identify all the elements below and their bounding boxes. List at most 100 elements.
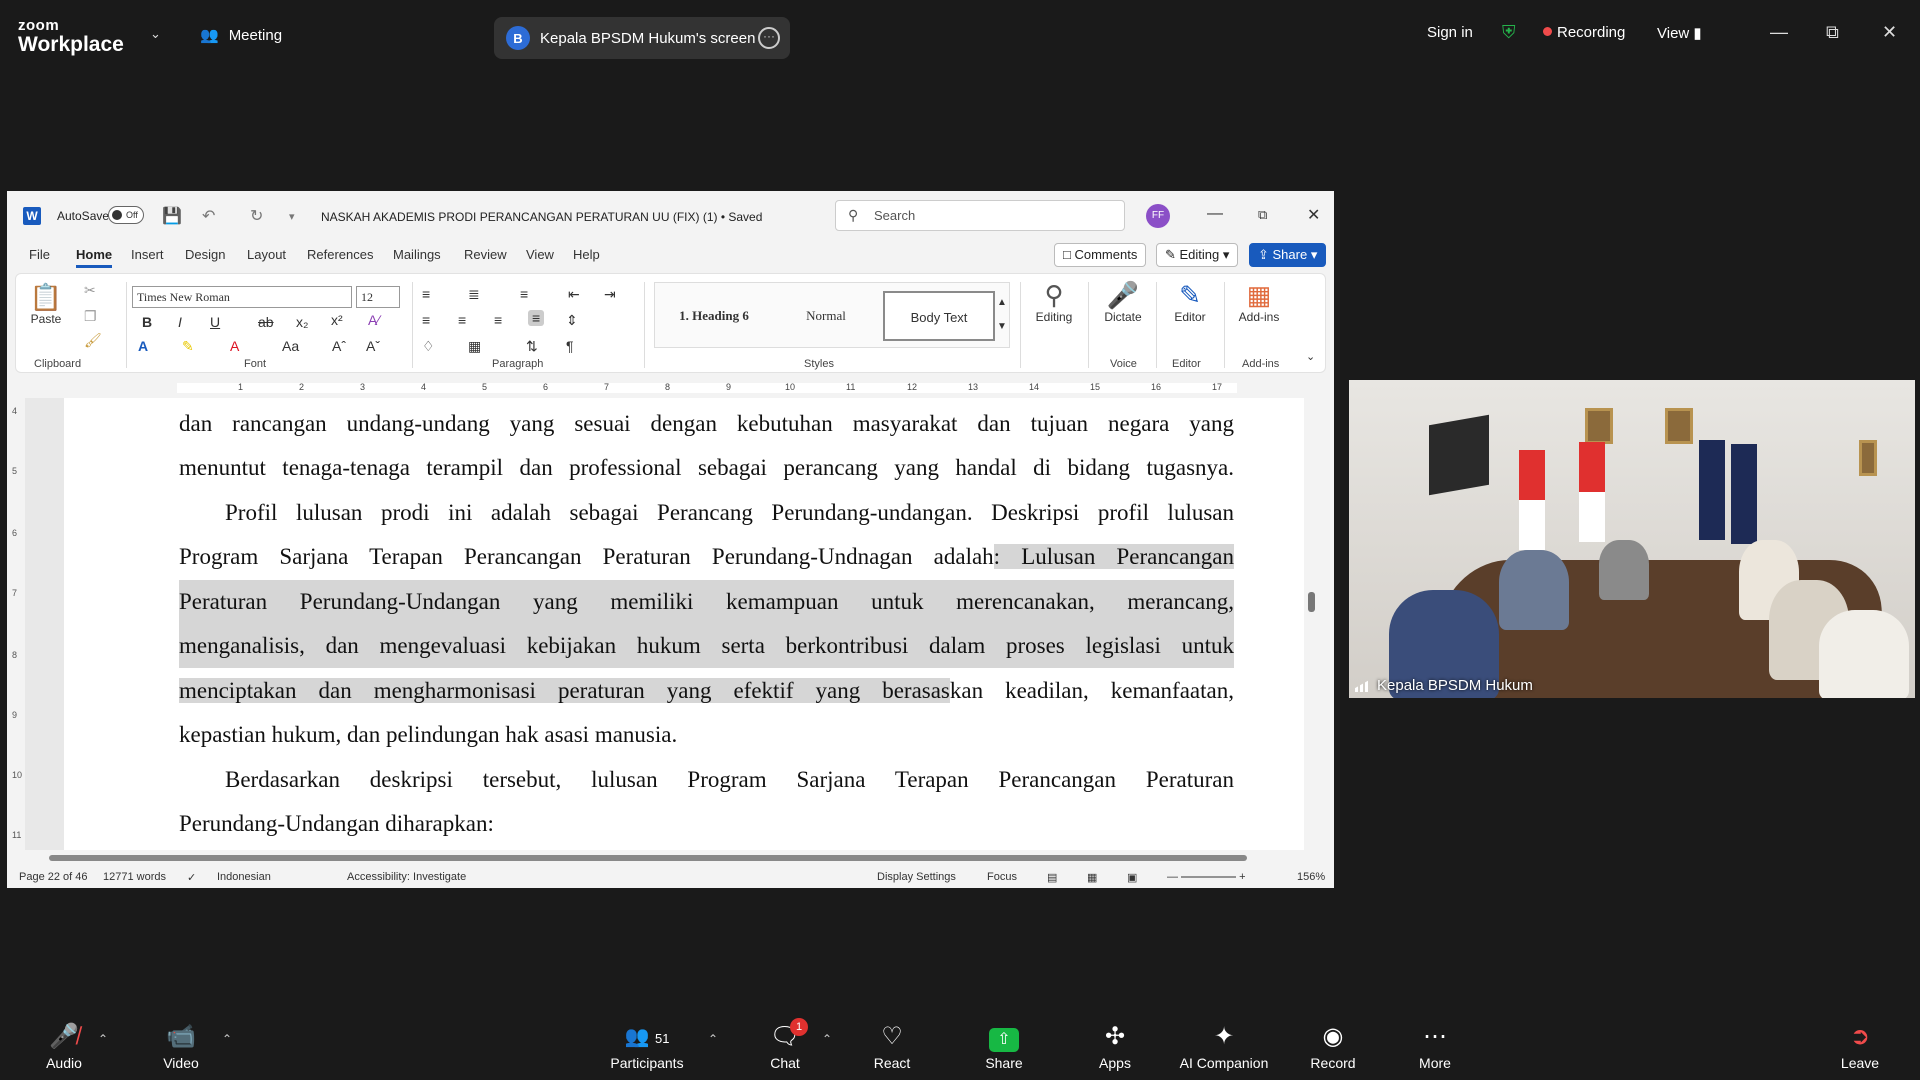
avatar[interactable]: FF <box>1146 204 1170 228</box>
bullets-icon[interactable]: ≡ <box>422 286 430 302</box>
redo-icon[interactable]: ↻ <box>250 206 263 226</box>
word-minimize-icon[interactable]: — <box>1207 205 1223 223</box>
restore-icon[interactable]: ⧉ <box>1826 22 1839 43</box>
grow-font-icon[interactable]: Aˆ <box>332 338 346 354</box>
word-count[interactable]: 12771 words <box>103 871 166 883</box>
text-effects-icon[interactable]: A <box>138 338 148 354</box>
format-painter-icon[interactable]: 🖌 <box>84 332 102 349</box>
more-button[interactable]: ⋯ More <box>1390 1020 1480 1071</box>
horizontal-scrollbar[interactable] <box>7 850 1319 866</box>
comments-button[interactable]: □ Comments <box>1054 243 1147 267</box>
focus-button[interactable]: Focus <box>987 871 1017 883</box>
zoom-level[interactable]: 156% <box>1297 871 1325 883</box>
autosave-toggle[interactable]: Off <box>108 206 144 224</box>
numbering-icon[interactable]: ≣ <box>468 286 480 303</box>
meeting-button[interactable]: 👥 Meeting <box>200 26 282 45</box>
italic-icon[interactable]: I <box>178 314 182 330</box>
leave-button[interactable]: ➲ Leave <box>1815 1020 1905 1071</box>
screen-share-indicator[interactable]: B Kepala BPSDM Hukum's screen ··· <box>494 17 790 59</box>
tab-layout[interactable]: Layout <box>247 247 286 262</box>
highlight-icon[interactable]: ✎ <box>182 338 194 355</box>
chevron-down-icon[interactable]: ⌄ <box>150 26 161 42</box>
page-count[interactable]: Page 22 of 46 <box>19 871 88 883</box>
recording-indicator[interactable]: Recording <box>1543 24 1625 41</box>
react-button[interactable]: ♡ React <box>847 1020 937 1071</box>
video-button[interactable]: 📹 Video <box>136 1020 226 1071</box>
style-normal[interactable]: Normal <box>771 291 881 341</box>
zoom-slider[interactable]: — ⎯⎯⎯⎯⎯⎯⎯⎯⎯⎯ + <box>1167 871 1246 884</box>
document-page[interactable]: dan rancangan undang-undang yang sesuai … <box>64 398 1308 850</box>
shield-icon[interactable]: ⛨ <box>1502 22 1516 43</box>
save-icon[interactable]: 💾 <box>162 206 182 226</box>
tab-help[interactable]: Help <box>573 247 600 262</box>
styles-more-icon[interactable]: ▼ <box>997 321 1007 332</box>
tab-insert[interactable]: Insert <box>131 247 164 262</box>
audio-options-chevron-icon[interactable]: ⌃ <box>98 1032 108 1046</box>
shrink-font-icon[interactable]: Aˇ <box>366 338 380 354</box>
clear-formatting-icon[interactable]: A∕ <box>368 312 380 328</box>
underline-icon[interactable]: U <box>210 314 220 330</box>
language-label[interactable]: Indonesian <box>217 871 271 883</box>
shading-icon[interactable]: ♢ <box>422 338 435 355</box>
share-screen-button[interactable]: ⇧ Share <box>959 1020 1049 1071</box>
word-close-icon[interactable]: ✕ <box>1307 205 1320 225</box>
tab-view[interactable]: View <box>526 247 554 262</box>
paste-button[interactable]: 📋 Paste <box>26 282 66 326</box>
document-area[interactable]: 4 5 6 7 8 9 10 11 dan rancangan undang-u… <box>7 398 1319 850</box>
borders-icon[interactable]: ▦ <box>468 338 481 355</box>
tab-review[interactable]: Review <box>464 247 507 262</box>
audio-button[interactable]: 🎤̸ Audio <box>19 1020 109 1071</box>
chat-button[interactable]: 🗨 1 Chat <box>740 1018 830 1071</box>
font-size-field[interactable]: 12 <box>356 286 400 308</box>
ai-companion-button[interactable]: ✦ AI Companion <box>1164 1020 1284 1071</box>
multilevel-list-icon[interactable]: ≡ <box>520 286 528 302</box>
scroll-thumb[interactable] <box>1308 592 1315 612</box>
decrease-indent-icon[interactable]: ⇤ <box>568 286 580 303</box>
cut-icon[interactable]: ✂ <box>84 282 96 299</box>
style-heading-6[interactable]: 1. Heading 6 <box>659 291 769 341</box>
undo-icon[interactable]: ↶ <box>202 206 215 226</box>
video-tile[interactable]: Kepala BPSDM Hukum <box>1349 380 1915 698</box>
share-button[interactable]: ⇪ Share ▾ <box>1249 243 1327 267</box>
tab-mailings[interactable]: Mailings <box>393 247 441 262</box>
line-spacing-icon[interactable]: ⇕ <box>566 312 578 329</box>
minimize-icon[interactable]: — <box>1770 22 1788 43</box>
collapse-ribbon-icon[interactable]: ⌄ <box>1306 350 1315 363</box>
print-layout-icon[interactable]: ▦ <box>1087 871 1097 884</box>
increase-indent-icon[interactable]: ⇥ <box>604 286 616 303</box>
tab-home[interactable]: Home <box>76 247 113 268</box>
addins-button[interactable]: ▦ Add-ins <box>1228 280 1290 324</box>
record-button[interactable]: ◉ Record <box>1288 1020 1378 1071</box>
align-left-icon[interactable]: ≡ <box>422 312 430 328</box>
proofing-icon[interactable]: ✓ <box>187 871 196 884</box>
view-button[interactable]: View ▮ <box>1657 24 1702 42</box>
strikethrough-icon[interactable]: ab <box>258 314 274 330</box>
tab-references[interactable]: References <box>307 247 373 262</box>
font-name-field[interactable]: Times New Roman <box>132 286 352 308</box>
subscript-icon[interactable]: x₂ <box>296 314 308 330</box>
more-options-icon[interactable]: ··· <box>758 27 780 49</box>
align-right-icon[interactable]: ≡ <box>494 312 502 328</box>
superscript-icon[interactable]: x² <box>331 312 343 328</box>
display-settings-button[interactable]: Display Settings <box>877 871 956 883</box>
editor-button[interactable]: ✎ Editor <box>1160 280 1220 324</box>
sort-icon[interactable]: ⇅ <box>526 338 538 355</box>
word-restore-icon[interactable]: ⧉ <box>1258 207 1267 223</box>
editing-button[interactable]: ⚲ Editing <box>1024 280 1084 324</box>
align-center-icon[interactable]: ≡ <box>458 312 466 328</box>
customize-qat-icon[interactable]: ▾ <box>289 210 295 223</box>
justify-icon[interactable]: ≡ <box>528 310 545 326</box>
tab-design[interactable]: Design <box>185 247 225 262</box>
close-icon[interactable]: ✕ <box>1882 22 1897 43</box>
apps-button[interactable]: ✣ Apps <box>1070 1020 1160 1071</box>
web-layout-icon[interactable]: ▣ <box>1127 871 1137 884</box>
copy-icon[interactable]: ❐ <box>84 308 97 325</box>
search-input[interactable]: ⚲ Search <box>835 200 1125 231</box>
chat-options-chevron-icon[interactable]: ⌃ <box>822 1032 832 1046</box>
style-body-text[interactable]: Body Text <box>883 291 995 341</box>
scroll-thumb[interactable] <box>49 855 1247 861</box>
vertical-scrollbar[interactable] <box>1304 398 1319 850</box>
read-mode-icon[interactable]: ▤ <box>1047 871 1057 884</box>
styles-scroll-up-icon[interactable]: ▲ <box>997 297 1007 308</box>
video-options-chevron-icon[interactable]: ⌃ <box>222 1032 232 1046</box>
